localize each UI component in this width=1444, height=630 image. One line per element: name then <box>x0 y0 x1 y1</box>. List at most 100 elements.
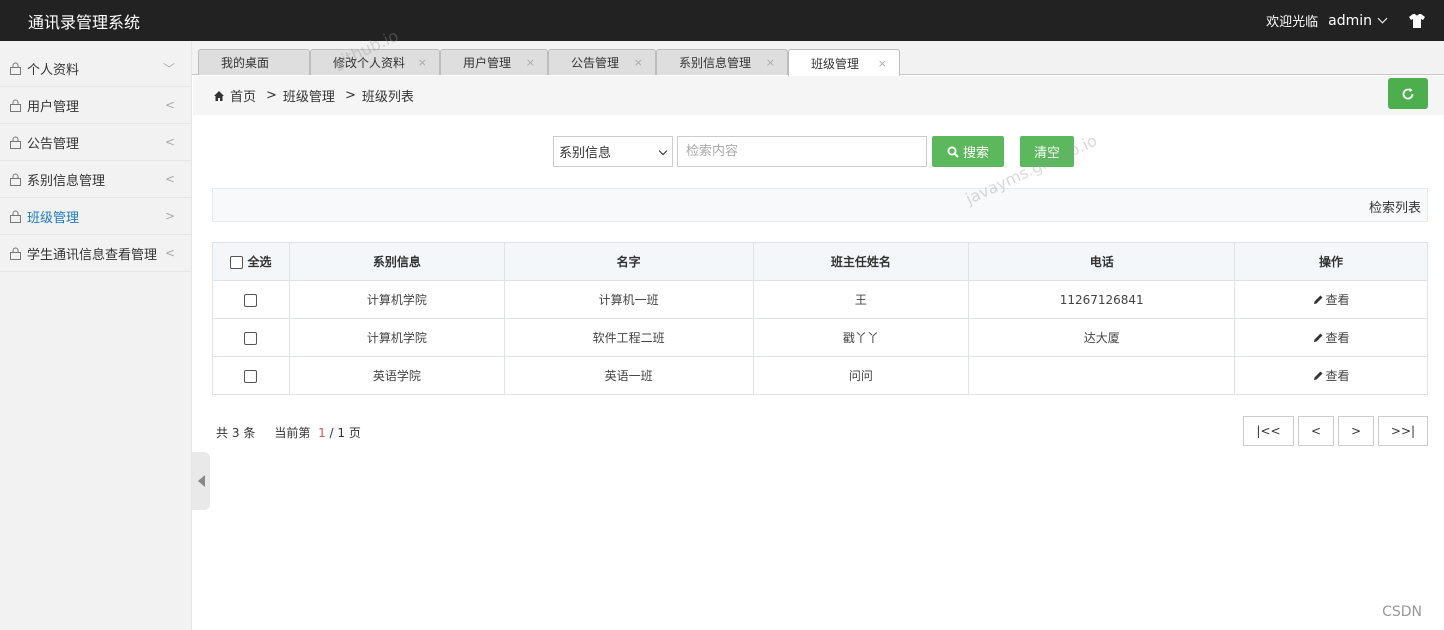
current-page: 1 <box>318 426 326 440</box>
app-title: 通讯录管理系统 <box>28 12 141 32</box>
row-checkbox[interactable] <box>244 331 258 345</box>
close-icon[interactable]: × <box>634 56 643 69</box>
lock-icon <box>10 173 21 186</box>
cell-dept: 计算机学院 <box>288 318 505 357</box>
breadcrumb-separator: > <box>344 88 356 103</box>
user-area: 欢迎光临 admin <box>1266 11 1426 30</box>
sidebar-item-classes[interactable]: 班级管理 > <box>0 198 191 235</box>
close-icon[interactable]: × <box>766 56 775 69</box>
sidebar: 个人资料 ﹀ 用户管理 < 公告管理 < 系别信息管理 < 班级管理 > 学生通… <box>0 41 192 630</box>
close-icon[interactable]: × <box>878 57 887 70</box>
search-button-label: 搜索 <box>962 145 989 160</box>
refresh-icon <box>1402 87 1414 99</box>
home-icon <box>214 90 224 101</box>
chevron-right-icon: > <box>164 209 175 223</box>
cell-teacher: 王 <box>752 280 970 319</box>
chevron-left-icon: < <box>164 172 175 186</box>
cell-teacher: 问问 <box>752 356 970 395</box>
cell-teacher: 戳丫丫 <box>752 318 970 357</box>
sidebar-item-users[interactable]: 用户管理 < <box>0 87 191 124</box>
sidebar-item-notices[interactable]: 公告管理 < <box>0 124 191 161</box>
search-input[interactable] <box>677 136 927 167</box>
sidebar-item-departments[interactable]: 系别信息管理 < <box>0 161 191 198</box>
username: admin <box>1328 12 1372 29</box>
top-navbar: 通讯录管理系统 欢迎光临 admin <box>0 0 1444 41</box>
total-pages: 1 <box>337 426 346 440</box>
pencil-icon <box>1313 295 1323 304</box>
tab-notices[interactable]: 公告管理 × <box>548 49 656 75</box>
column-header: 系别信息 <box>288 242 505 281</box>
cell-name: 软件工程二班 <box>503 318 754 357</box>
tab-bar: 我的桌面 修改个人资料 × 用户管理 × 公告管理 × 系别信息管理 × 班级管… <box>192 41 1444 76</box>
triangle-left-icon <box>197 475 205 487</box>
view-link[interactable]: 查看 <box>1313 291 1350 308</box>
sidebar-item-label: 学生通讯信息查看管理 <box>27 247 158 263</box>
select-value: 系别信息 <box>559 146 612 161</box>
search-button[interactable]: 搜索 <box>932 136 1004 167</box>
lock-icon <box>10 62 21 75</box>
cell-phone <box>968 356 1236 395</box>
shirt-icon[interactable] <box>1408 13 1426 29</box>
lock-icon <box>10 99 21 112</box>
cell-name: 英语一班 <box>503 356 754 395</box>
sidebar-item-profile[interactable]: 个人资料 ﹀ <box>0 50 191 87</box>
pagination-info: 共 3 条 当前第 1 / 1 页 <box>216 426 361 440</box>
view-link[interactable]: 查看 <box>1313 367 1350 384</box>
breadcrumb-bar: 首页 > 班级管理 > 班级列表 <box>193 76 1444 115</box>
user-menu[interactable]: admin <box>1328 12 1388 29</box>
close-icon[interactable]: × <box>526 56 535 69</box>
sidebar-item-label: 公告管理 <box>27 136 80 152</box>
chevron-down-icon <box>658 146 668 156</box>
view-link[interactable]: 查看 <box>1313 329 1350 346</box>
cell-dept: 英语学院 <box>288 356 505 395</box>
search-field-select[interactable]: 系别信息 <box>553 136 673 167</box>
column-header: 名字 <box>503 242 754 281</box>
chevron-down-icon: ﹀ <box>162 61 175 76</box>
prev-page-button[interactable]: < <box>1298 416 1334 446</box>
last-page-button[interactable]: >>| <box>1378 416 1428 446</box>
chevron-left-icon: < <box>164 98 175 112</box>
refresh-button[interactable] <box>1388 78 1428 109</box>
lock-icon <box>10 136 21 149</box>
table-row: 计算机学院 计算机一班 王 11267126841 查看 <box>212 280 1428 319</box>
breadcrumb: 首页 > 班级管理 > 班级列表 <box>213 86 414 105</box>
table-row: 英语学院 英语一班 问问 查看 <box>212 356 1428 395</box>
first-page-button[interactable]: |<< <box>1243 416 1294 446</box>
search-bar: 系别信息 搜索 清空 <box>553 136 1074 167</box>
sidebar-item-student-contacts[interactable]: 学生通讯信息查看管理 < <box>0 235 191 272</box>
chevron-down-icon <box>1377 13 1388 24</box>
column-header: 电话 <box>968 242 1236 281</box>
breadcrumb-level1[interactable]: 班级管理 <box>283 86 335 105</box>
breadcrumb-home[interactable]: 首页 <box>230 86 256 105</box>
select-all-checkbox[interactable] <box>230 256 244 269</box>
row-checkbox[interactable] <box>244 293 258 307</box>
cell-phone: 11267126841 <box>968 280 1236 319</box>
lock-icon <box>10 210 21 223</box>
cell-phone: 达大厦 <box>968 318 1236 357</box>
table-row: 计算机学院 软件工程二班 戳丫丫 达大厦 查看 <box>212 318 1428 357</box>
column-header: 班主任姓名 <box>752 242 970 281</box>
close-icon[interactable]: × <box>418 56 427 69</box>
clear-button[interactable]: 清空 <box>1020 136 1074 167</box>
next-page-button[interactable]: > <box>1338 416 1374 446</box>
welcome-text: 欢迎光临 <box>1266 15 1319 30</box>
select-all-header[interactable]: 全选 <box>212 242 290 281</box>
pencil-icon <box>1313 371 1323 380</box>
chevron-left-icon: < <box>164 246 175 260</box>
sidebar-item-label: 班级管理 <box>27 210 80 226</box>
chevron-left-icon: < <box>164 135 175 149</box>
tab-classes[interactable]: 班级管理 × <box>788 49 900 76</box>
tab-departments[interactable]: 系别信息管理 × <box>656 49 788 75</box>
row-checkbox[interactable] <box>244 369 258 383</box>
cell-dept: 计算机学院 <box>288 280 505 319</box>
tab-users[interactable]: 用户管理 × <box>440 49 548 75</box>
tab-edit-profile[interactable]: 修改个人资料 × <box>310 49 440 75</box>
list-panel-header: 检索列表 <box>212 188 1428 222</box>
column-header: 操作 <box>1234 242 1428 281</box>
sidebar-collapse-handle[interactable] <box>192 452 210 510</box>
select-all-label: 全选 <box>247 255 272 269</box>
lock-icon <box>10 247 21 260</box>
pencil-icon <box>1313 333 1323 342</box>
table-header-row: 全选 系别信息 名字 班主任姓名 电话 操作 <box>212 242 1428 281</box>
tab-desktop[interactable]: 我的桌面 <box>198 49 310 75</box>
